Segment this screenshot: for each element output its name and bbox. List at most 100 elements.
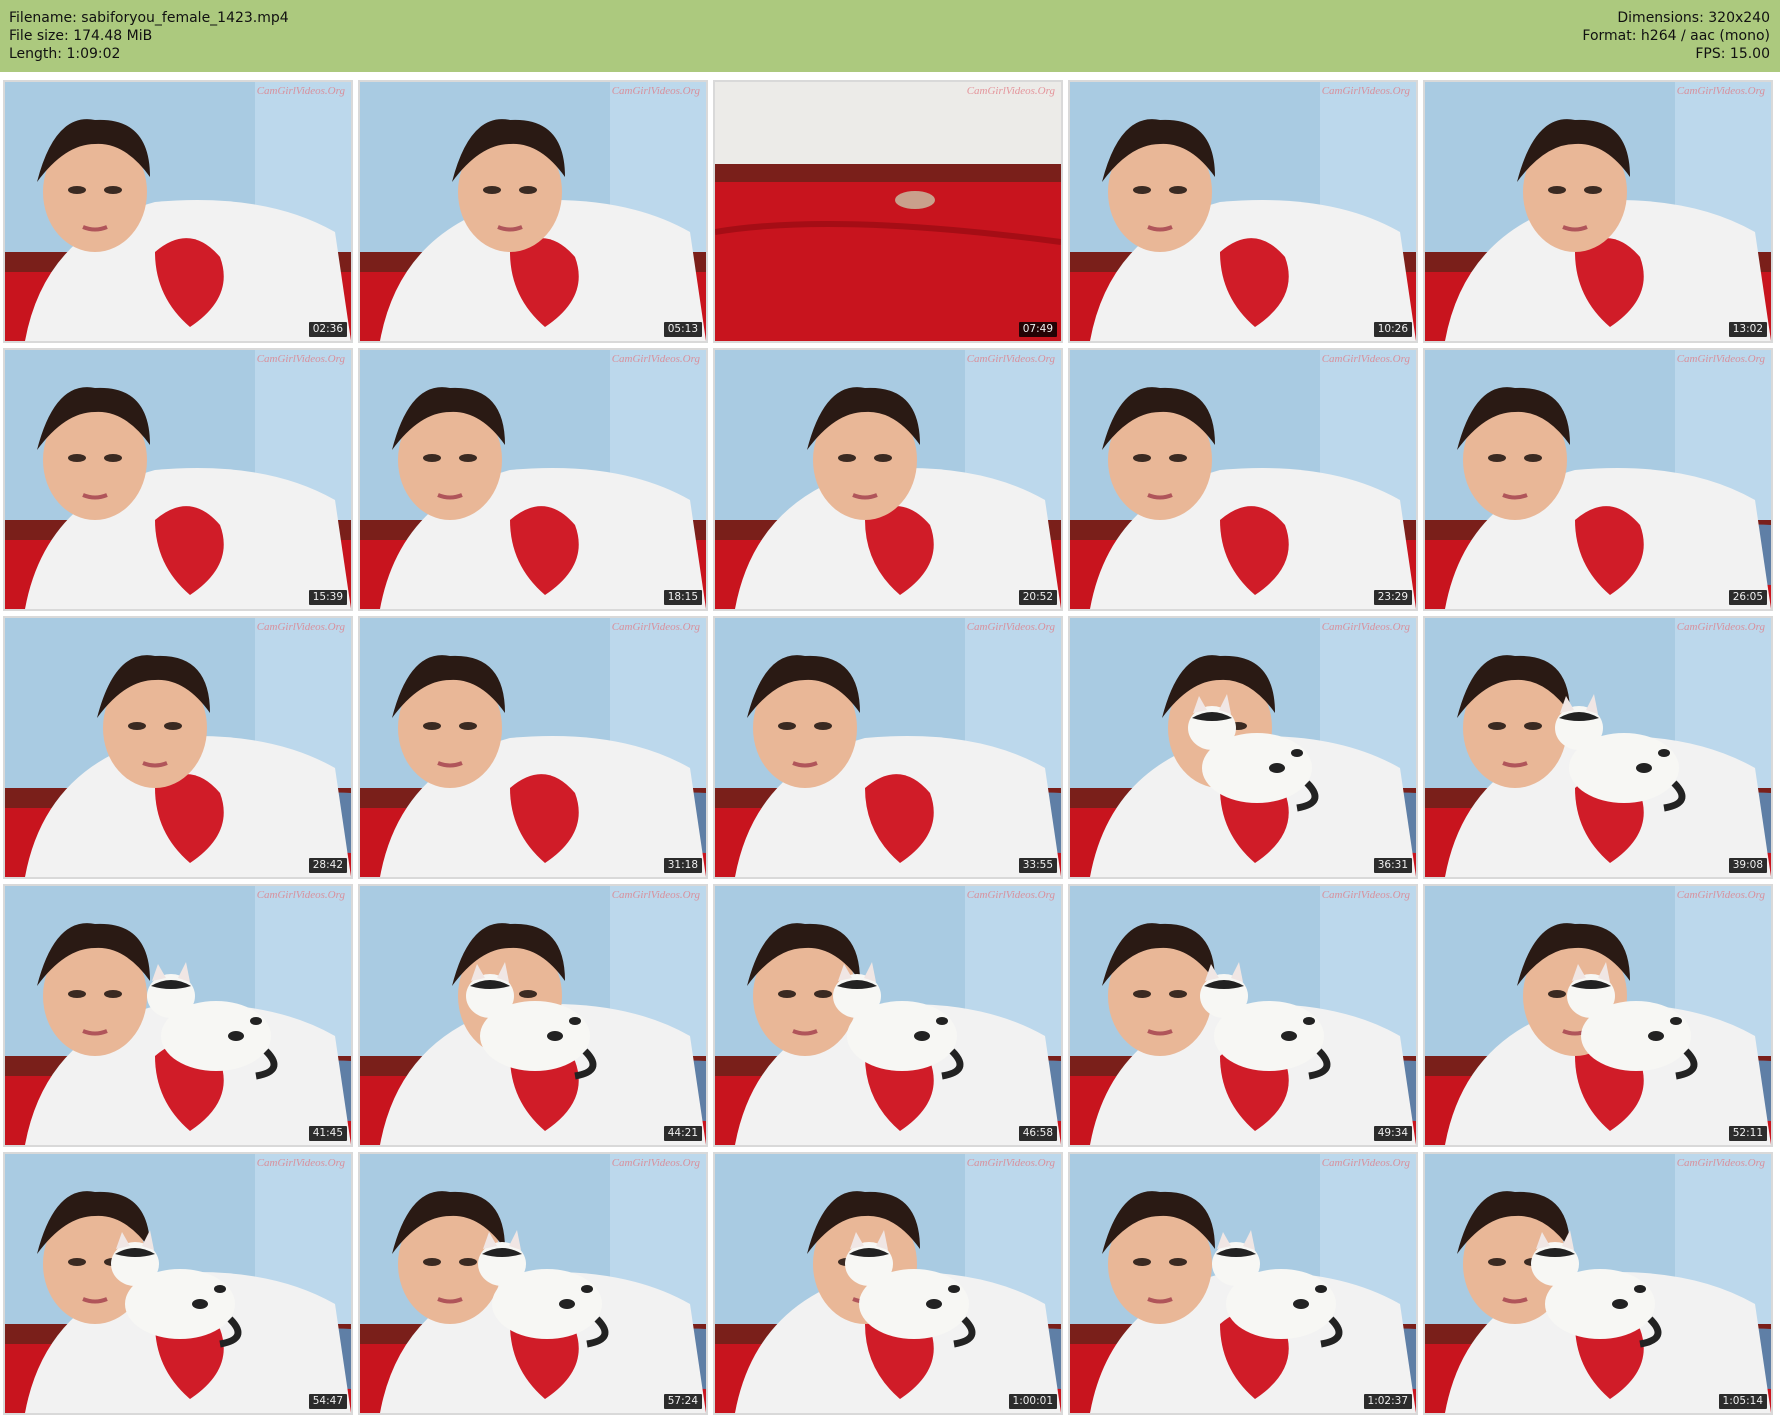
timestamp-label: 36:31 (1373, 858, 1412, 873)
timestamp-label: 49:34 (1373, 1126, 1412, 1141)
timestamp-label: 44:21 (663, 1126, 702, 1141)
timestamp-label: 1:02:37 (1363, 1394, 1412, 1409)
watermark-text: CamGirlVideos.Org (256, 889, 345, 901)
thumbnail-frame: CamGirlVideos.Org 49:34 (1068, 884, 1418, 1147)
watermark-text: CamGirlVideos.Org (1321, 85, 1410, 97)
watermark-text: CamGirlVideos.Org (966, 1157, 1055, 1169)
thumbnail-frame: CamGirlVideos.Org 52:11 (1423, 884, 1773, 1147)
thumbnail-frame: CamGirlVideos.Org 28:42 (3, 616, 353, 879)
watermark-text: CamGirlVideos.Org (611, 621, 700, 633)
watermark-text: CamGirlVideos.Org (256, 621, 345, 633)
watermark-text: CamGirlVideos.Org (256, 353, 345, 365)
watermark-text: CamGirlVideos.Org (1676, 85, 1765, 97)
thumbnail-frame: CamGirlVideos.Org 23:29 (1068, 348, 1418, 611)
thumbnail-frame: CamGirlVideos.Org 18:15 (358, 348, 708, 611)
thumbnail-frame: CamGirlVideos.Org 54:47 (3, 1152, 353, 1415)
frame-image (1425, 350, 1771, 609)
stream-info: Dimensions: 320x240 Format: h264 / aac (… (1582, 9, 1770, 63)
thumbnail-frame: CamGirlVideos.Org 10:26 (1068, 80, 1418, 343)
thumbnail-frame: CamGirlVideos.Org 07:49 (713, 80, 1063, 343)
timestamp-label: 15:39 (308, 590, 347, 605)
frame-image (715, 1154, 1061, 1413)
watermark-text: CamGirlVideos.Org (611, 85, 700, 97)
timestamp-label: 05:13 (663, 322, 702, 337)
frame-image (360, 82, 706, 341)
timestamp-label: 20:52 (1018, 590, 1057, 605)
timestamp-label: 23:29 (1373, 590, 1412, 605)
watermark-text: CamGirlVideos.Org (1321, 1157, 1410, 1169)
thumbnail-frame: CamGirlVideos.Org 1:05:14 (1423, 1152, 1773, 1415)
thumbnail-frame: CamGirlVideos.Org 02:36 (3, 80, 353, 343)
timestamp-label: 1:00:01 (1008, 1394, 1057, 1409)
timestamp-label: 13:02 (1728, 322, 1767, 337)
format-text: Format: h264 / aac (mono) (1582, 28, 1770, 44)
watermark-text: CamGirlVideos.Org (966, 621, 1055, 633)
thumbnail-frame: CamGirlVideos.Org 36:31 (1068, 616, 1418, 879)
dimensions-text: Dimensions: 320x240 (1617, 10, 1770, 26)
timestamp-label: 28:42 (308, 858, 347, 873)
watermark-text: CamGirlVideos.Org (611, 353, 700, 365)
frame-image (5, 350, 351, 609)
frame-image (5, 618, 351, 877)
frame-image (360, 350, 706, 609)
watermark-text: CamGirlVideos.Org (1321, 621, 1410, 633)
frame-image (360, 1154, 706, 1413)
timestamp-label: 10:26 (1373, 322, 1412, 337)
frame-image (715, 618, 1061, 877)
frame-image (1425, 618, 1771, 877)
thumbnail-frame: CamGirlVideos.Org 44:21 (358, 884, 708, 1147)
thumbnail-frame: CamGirlVideos.Org 1:00:01 (713, 1152, 1063, 1415)
watermark-text: CamGirlVideos.Org (1321, 353, 1410, 365)
thumbnail-frame: CamGirlVideos.Org 05:13 (358, 80, 708, 343)
thumbnail-grid: CamGirlVideos.Org 02:36 CamGirlVideos.Org 0… (3, 80, 1773, 1415)
thumbnail-frame: CamGirlVideos.Org 41:45 (3, 884, 353, 1147)
watermark-text: CamGirlVideos.Org (611, 1157, 700, 1169)
watermark-text: CamGirlVideos.Org (966, 353, 1055, 365)
watermark-text: CamGirlVideos.Org (1321, 889, 1410, 901)
filename-text: Filename: sabiforyou_female_1423.mp4 (9, 10, 289, 26)
frame-image (360, 886, 706, 1145)
thumbnail-frame: CamGirlVideos.Org 31:18 (358, 616, 708, 879)
timestamp-label: 41:45 (308, 1126, 347, 1141)
thumbnail-frame: CamGirlVideos.Org 26:05 (1423, 348, 1773, 611)
watermark-text: CamGirlVideos.Org (1676, 1157, 1765, 1169)
file-info: Filename: sabiforyou_female_1423.mp4 Fil… (9, 9, 289, 63)
thumbnail-frame: CamGirlVideos.Org 20:52 (713, 348, 1063, 611)
timestamp-label: 46:58 (1018, 1126, 1057, 1141)
timestamp-label: 39:08 (1728, 858, 1767, 873)
frame-image (1425, 886, 1771, 1145)
filesize-text: File size: 174.48 MiB (9, 28, 153, 44)
watermark-text: CamGirlVideos.Org (966, 85, 1055, 97)
frame-image (1070, 82, 1416, 341)
fps-text: FPS: 15.00 (1695, 46, 1770, 62)
frame-image (5, 886, 351, 1145)
thumbnail-frame: CamGirlVideos.Org 46:58 (713, 884, 1063, 1147)
timestamp-label: 54:47 (308, 1394, 347, 1409)
thumbnail-frame: CamGirlVideos.Org 15:39 (3, 348, 353, 611)
length-text: Length: 1:09:02 (9, 46, 121, 62)
frame-image (5, 1154, 351, 1413)
frame-image (360, 618, 706, 877)
timestamp-label: 31:18 (663, 858, 702, 873)
timestamp-label: 57:24 (663, 1394, 702, 1409)
timestamp-label: 52:11 (1728, 1126, 1767, 1141)
timestamp-label: 1:05:14 (1718, 1394, 1767, 1409)
timestamp-label: 26:05 (1728, 590, 1767, 605)
frame-image (715, 82, 1061, 341)
watermark-text: CamGirlVideos.Org (1676, 621, 1765, 633)
frame-image (5, 82, 351, 341)
info-header: Filename: sabiforyou_female_1423.mp4 Fil… (0, 0, 1780, 72)
timestamp-label: 07:49 (1018, 322, 1057, 337)
frame-image (715, 886, 1061, 1145)
frame-image (1070, 1154, 1416, 1413)
watermark-text: CamGirlVideos.Org (256, 1157, 345, 1169)
frame-image (1425, 1154, 1771, 1413)
watermark-text: CamGirlVideos.Org (256, 85, 345, 97)
thumbnail-frame: CamGirlVideos.Org 57:24 (358, 1152, 708, 1415)
watermark-text: CamGirlVideos.Org (966, 889, 1055, 901)
frame-image (715, 350, 1061, 609)
frame-image (1070, 350, 1416, 609)
timestamp-label: 02:36 (308, 322, 347, 337)
frame-image (1070, 618, 1416, 877)
watermark-text: CamGirlVideos.Org (1676, 353, 1765, 365)
